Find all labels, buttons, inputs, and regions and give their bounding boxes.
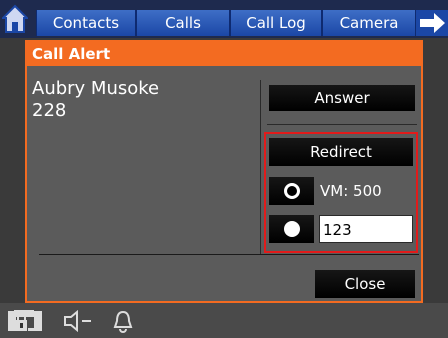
top-tab-bar: Contacts Calls Call Log Camera [0, 0, 448, 38]
divider [267, 124, 417, 125]
arrow-right-icon[interactable] [416, 10, 448, 36]
speaker-icon[interactable] [62, 310, 98, 332]
radio-selected-icon [284, 221, 300, 237]
tab-calls[interactable]: Calls [136, 10, 230, 36]
tab-contacts[interactable]: Contacts [36, 10, 136, 36]
caller-number: 228 [32, 100, 67, 121]
bell-icon[interactable] [112, 309, 134, 333]
caller-name: Aubry Musoke [32, 78, 160, 99]
phone-lock-icon[interactable] [6, 308, 46, 334]
answer-button[interactable]: Answer [269, 85, 415, 111]
tab-camera[interactable]: Camera [322, 10, 416, 36]
radio-unselected-icon [284, 183, 300, 199]
radio-voicemail[interactable] [269, 177, 314, 205]
call-alert-dialog: Call Alert Aubry Musoke 228 Answer Redir… [25, 40, 423, 303]
vertical-divider [260, 80, 261, 255]
divider [39, 254, 419, 255]
status-bar [0, 303, 448, 338]
home-icon[interactable] [2, 4, 28, 34]
voicemail-label: VM: 500 [320, 182, 382, 200]
redirect-button[interactable]: Redirect [269, 138, 413, 166]
tab-call-log[interactable]: Call Log [230, 10, 322, 36]
close-button[interactable]: Close [315, 270, 415, 298]
redirect-number-input[interactable]: 123 [319, 215, 413, 243]
radio-number[interactable] [269, 215, 314, 243]
dialog-title: Call Alert [27, 42, 421, 66]
